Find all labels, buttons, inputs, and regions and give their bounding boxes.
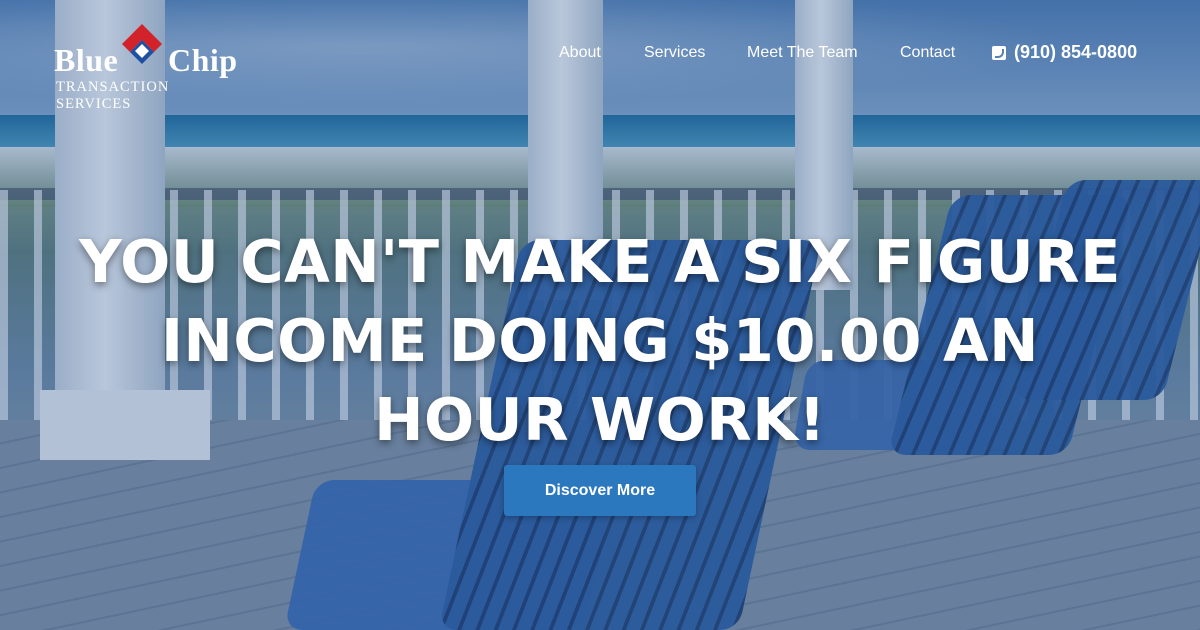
site-logo[interactable]: Blue Chip TRANSACTION SERVICES <box>54 22 244 112</box>
nav-services-link[interactable]: Services <box>644 44 705 62</box>
nav-about-link[interactable]: About <box>559 44 601 62</box>
site-header: Blue Chip TRANSACTION SERVICES About Ser… <box>0 0 1200 112</box>
phone-number: (910) 854-0800 <box>1014 42 1138 62</box>
logo-tagline: TRANSACTION SERVICES <box>56 79 170 112</box>
hero-section: Blue Chip TRANSACTION SERVICES About Ser… <box>0 0 1200 630</box>
phone-link[interactable]: (910) 854-0800 <box>992 42 1137 63</box>
hero-headline: YOU CAN'T MAKE A SIX FIGURE INCOME DOING… <box>79 227 1121 454</box>
discover-more-button[interactable]: Discover More <box>504 465 696 516</box>
nav-contact-link[interactable]: Contact <box>900 44 955 62</box>
diamond-logo-mark-icon <box>122 24 162 64</box>
logo-text-blue: Blue <box>54 42 119 78</box>
nav-meet-the-team-link[interactable]: Meet The Team <box>747 44 858 62</box>
phone-icon <box>992 45 1006 60</box>
logo-text-chip: Chip <box>168 42 238 78</box>
